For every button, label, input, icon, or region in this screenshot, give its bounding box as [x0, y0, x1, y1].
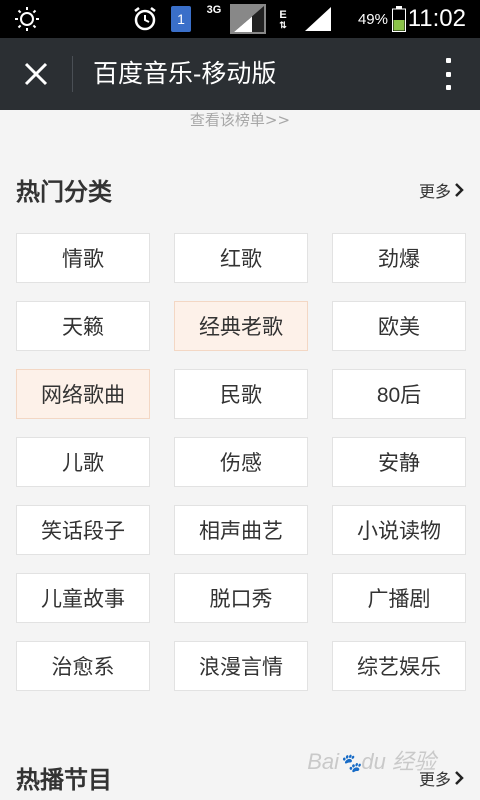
- close-button[interactable]: [18, 56, 54, 92]
- category-button[interactable]: 情歌: [16, 233, 150, 283]
- category-button[interactable]: 民歌: [174, 369, 308, 419]
- category-button[interactable]: 广播剧: [332, 573, 466, 623]
- category-button[interactable]: 综艺娱乐: [332, 641, 466, 691]
- category-button[interactable]: 脱口秀: [174, 573, 308, 623]
- category-button[interactable]: 儿歌: [16, 437, 150, 487]
- category-button[interactable]: 相声曲艺: [174, 505, 308, 555]
- category-button[interactable]: 治愈系: [16, 641, 150, 691]
- more-label: 更多: [418, 182, 451, 201]
- category-button[interactable]: 浪漫言情: [174, 641, 308, 691]
- category-button[interactable]: 80后: [332, 369, 466, 419]
- category-button[interactable]: 小说读物: [332, 505, 466, 555]
- category-button[interactable]: 网络歌曲: [16, 369, 150, 419]
- page-title: 百度音乐-移动版: [93, 60, 277, 88]
- network-e: E ⇅: [279, 8, 287, 30]
- category-button[interactable]: 安静: [332, 437, 466, 487]
- network-e-label: E: [279, 8, 287, 21]
- app-title-bar: 百度音乐-移动版: [0, 38, 480, 110]
- close-icon: [24, 62, 48, 86]
- category-button[interactable]: 劲爆: [332, 233, 466, 283]
- category-button[interactable]: 伤感: [174, 437, 308, 487]
- network-type: 3G: [206, 4, 222, 16]
- menu-dot: [445, 85, 451, 90]
- category-button[interactable]: 天籁: [16, 301, 150, 351]
- title-divider: [72, 56, 73, 92]
- sim-badge: 1: [171, 6, 191, 32]
- status-bar: 1 3G E ⇅ 49% 11:02: [0, 0, 480, 38]
- category-button[interactable]: 欧美: [332, 301, 466, 351]
- chevron-right-icon: [455, 183, 464, 197]
- sim-icon: 1: [170, 0, 192, 38]
- overflow-menu-icon: [445, 58, 451, 63]
- battery-percent: 49%: [357, 10, 388, 28]
- alarm-icon: [130, 0, 160, 38]
- cell-signal-icon: [304, 0, 332, 38]
- signal-icon: [229, 0, 267, 38]
- category-button[interactable]: 经典老歌: [174, 301, 308, 351]
- category-button[interactable]: 红歌: [174, 233, 308, 283]
- brightness-icon: [12, 0, 42, 38]
- chevron-right-icon: [455, 771, 464, 785]
- category-grid: 情歌 红歌 劲爆天籁 经典老歌 欧美网络歌曲 民歌 80后儿歌 伤感 安静笑话段子 相声曲艺 小说读…: [16, 233, 466, 691]
- category-button[interactable]: 笑话段子: [16, 505, 150, 555]
- battery-icon: [390, 0, 408, 38]
- view-chart-link[interactable]: 查看该榜单>>: [0, 110, 480, 130]
- menu-dot: [445, 71, 451, 77]
- watermark-logo: Bai🐾du 经验: [307, 749, 436, 774]
- category-button[interactable]: 儿童故事: [16, 573, 150, 623]
- hot-categories-more-link[interactable]: 更多: [419, 178, 464, 202]
- hot-categories-title: 热门分类: [16, 178, 112, 206]
- clock: 11:02: [407, 5, 466, 32]
- hot-programs-title: 热播节目: [16, 766, 112, 794]
- overflow-menu-button[interactable]: [436, 56, 460, 92]
